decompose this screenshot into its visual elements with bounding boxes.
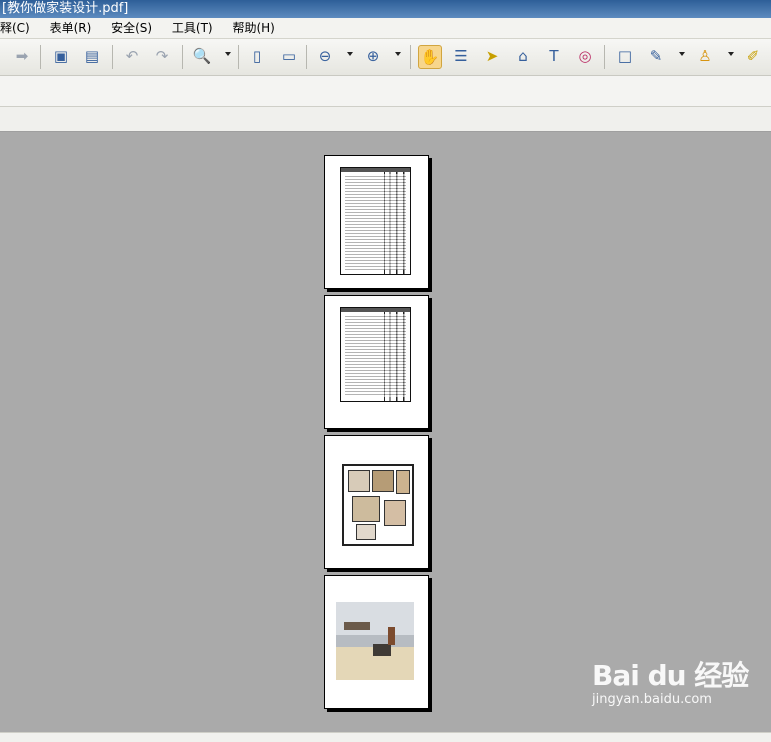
stamp-icon[interactable]: ♙	[694, 45, 716, 67]
properties-bar	[0, 76, 771, 107]
figure	[388, 627, 395, 645]
room	[352, 496, 380, 522]
material-table	[340, 307, 411, 402]
insert-page-icon[interactable]: ▤	[81, 45, 103, 67]
room	[396, 470, 410, 494]
main-toolbar: ➡ ▣ ▤ ↶ ↷ 🔍 ▯ ▭ ⊖ ⊕ ✋ ☰ ➤ ⌂ T ◎ □ ✎ ♙ ✐	[0, 39, 771, 76]
extract-page-icon[interactable]: ▣	[50, 45, 72, 67]
zoom-out-icon[interactable]: ⊖	[314, 45, 336, 67]
toolbar-separator	[604, 45, 605, 69]
watermark-url: jingyan.baidu.com	[592, 692, 712, 707]
window-icon[interactable]: □	[614, 45, 636, 67]
stamp-dropdown-arrow[interactable]	[728, 52, 734, 56]
room	[356, 524, 376, 540]
menu-security[interactable]: 安全(S)	[111, 18, 152, 38]
toolbar-separator	[238, 45, 239, 69]
toolbar-separator	[112, 45, 113, 69]
zoom-in-icon[interactable]: 🔍	[191, 45, 213, 67]
page-thumbnail[interactable]	[324, 435, 429, 569]
toolbar-separator	[182, 45, 183, 69]
material-table	[340, 167, 411, 275]
toolbar-separator	[306, 45, 307, 69]
page-thumbnail[interactable]	[324, 155, 429, 289]
table	[373, 644, 391, 656]
menu-forms[interactable]: 表单(R)	[50, 18, 92, 38]
watermark-brand: Bai du 经验	[592, 659, 749, 692]
page-thumbnail[interactable]	[324, 575, 429, 709]
room	[348, 470, 370, 492]
zoom-dropdown-arrow[interactable]	[225, 52, 231, 56]
pen-icon[interactable]: ✎	[645, 45, 667, 67]
interior-render-image	[336, 602, 414, 680]
room	[384, 500, 406, 526]
floor-plan-image	[342, 464, 414, 546]
pen-dropdown-arrow[interactable]	[679, 52, 685, 56]
hand-tool-icon[interactable]: ✋	[418, 45, 442, 69]
room	[372, 470, 394, 492]
blank-toolbar-strip	[0, 107, 771, 132]
zoom-in-circle-icon[interactable]: ⊕	[362, 45, 384, 67]
select-text-icon[interactable]: ☰	[450, 45, 472, 67]
edit-icon[interactable]: ✐	[742, 45, 764, 67]
undo-icon[interactable]: ↶	[121, 45, 143, 67]
camera-icon[interactable]: ◎	[574, 45, 596, 67]
menu-bar: 释(C) 表单(R) 安全(S) 工具(T) 帮助(H)	[0, 18, 771, 39]
binoculars-icon[interactable]: ⌂	[512, 45, 534, 67]
text-box-icon[interactable]: T	[543, 45, 565, 67]
select-arrow-icon[interactable]: ➤	[481, 45, 503, 67]
toolbar-separator	[410, 45, 411, 69]
next-arrow-icon[interactable]: ➡	[11, 45, 33, 67]
menu-help[interactable]: 帮助(H)	[232, 18, 274, 38]
shelf	[344, 622, 370, 630]
toolbar-separator	[40, 45, 41, 69]
document-canvas[interactable]	[0, 132, 771, 732]
page-thumbnail[interactable]	[324, 295, 429, 429]
zoom-in-dropdown-arrow[interactable]	[395, 52, 401, 56]
zoom-out-dropdown-arrow[interactable]	[347, 52, 353, 56]
menu-comments[interactable]: 释(C)	[0, 18, 30, 38]
redo-icon[interactable]: ↷	[151, 45, 173, 67]
fit-width-icon[interactable]: ▭	[278, 45, 300, 67]
fit-page-icon[interactable]: ▯	[246, 45, 268, 67]
menu-tools[interactable]: 工具(T)	[172, 18, 213, 38]
window-title: [教你做家装设计.pdf]	[0, 0, 771, 18]
baidu-watermark: Bai du 经验 jingyan.baidu.com	[592, 654, 749, 707]
